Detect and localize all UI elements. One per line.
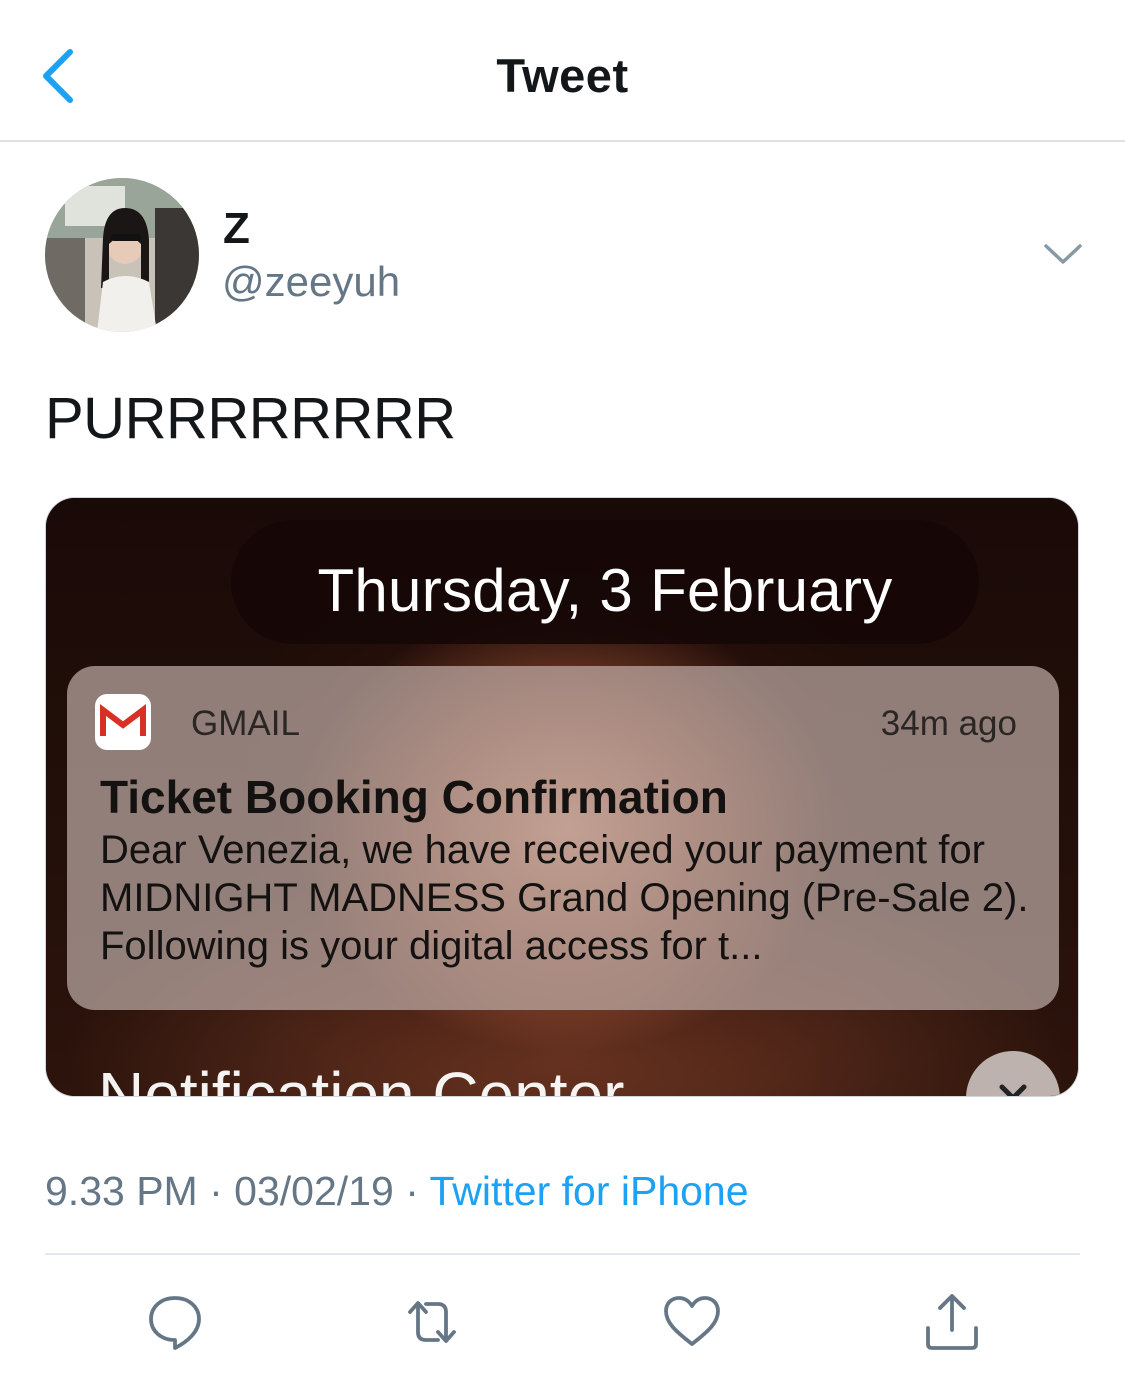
notification-title: Ticket Booking Confirmation bbox=[100, 771, 728, 823]
tweet-options-button[interactable] bbox=[1040, 238, 1086, 268]
notification-app-name: GMAIL bbox=[191, 704, 300, 743]
gmail-icon bbox=[95, 694, 151, 750]
like-button[interactable] bbox=[660, 1290, 724, 1354]
share-button[interactable] bbox=[920, 1290, 984, 1354]
divider bbox=[45, 1253, 1080, 1255]
lockscreen-date-pill: Thursday, 3 February bbox=[231, 520, 979, 644]
avatar-image bbox=[45, 178, 199, 332]
reply-icon bbox=[149, 1296, 201, 1350]
avatar[interactable] bbox=[45, 178, 199, 332]
notification-center-close-button bbox=[966, 1051, 1060, 1096]
meta-separator: · bbox=[405, 1168, 419, 1214]
user-handle[interactable]: @zeeyuh bbox=[222, 258, 400, 306]
tweet-detail-page: Tweet Z @zeeyuh PURRRRRRRR Thursday, 3 F… bbox=[0, 0, 1125, 1383]
share-icon bbox=[926, 1294, 978, 1350]
nav-header: Tweet bbox=[0, 0, 1125, 142]
meta-separator: · bbox=[209, 1168, 223, 1214]
heart-icon bbox=[664, 1296, 720, 1346]
tweet-source-link[interactable]: Twitter for iPhone bbox=[430, 1168, 749, 1214]
reply-button[interactable] bbox=[143, 1290, 207, 1354]
close-icon bbox=[999, 1084, 1027, 1096]
notification-time: 34m ago bbox=[880, 704, 1017, 743]
tweet-date: 03/02/19 bbox=[234, 1168, 394, 1214]
chevron-down-icon bbox=[1044, 244, 1082, 264]
retweet-button[interactable] bbox=[400, 1290, 464, 1354]
display-name[interactable]: Z bbox=[223, 204, 250, 254]
tweet-meta: 9.33 PM · 03/02/19 · Twitter for iPhone bbox=[45, 1168, 749, 1215]
retweet-icon bbox=[408, 1301, 456, 1343]
gmail-notification: GMAIL 34m ago Ticket Booking Confirmatio… bbox=[67, 666, 1059, 1010]
page-title: Tweet bbox=[496, 49, 629, 102]
tweet-time: 9.33 PM bbox=[45, 1168, 198, 1214]
notification-center-label: Notification Center bbox=[98, 1059, 625, 1097]
lockscreen-date: Thursday, 3 February bbox=[317, 557, 893, 624]
tweet-text: PURRRRRRRR bbox=[45, 386, 456, 451]
tweet-media[interactable]: Thursday, 3 February GMAIL 34m ago Ticke… bbox=[45, 497, 1079, 1097]
notification-body: Dear Venezia, we have received your paym… bbox=[100, 828, 1029, 968]
